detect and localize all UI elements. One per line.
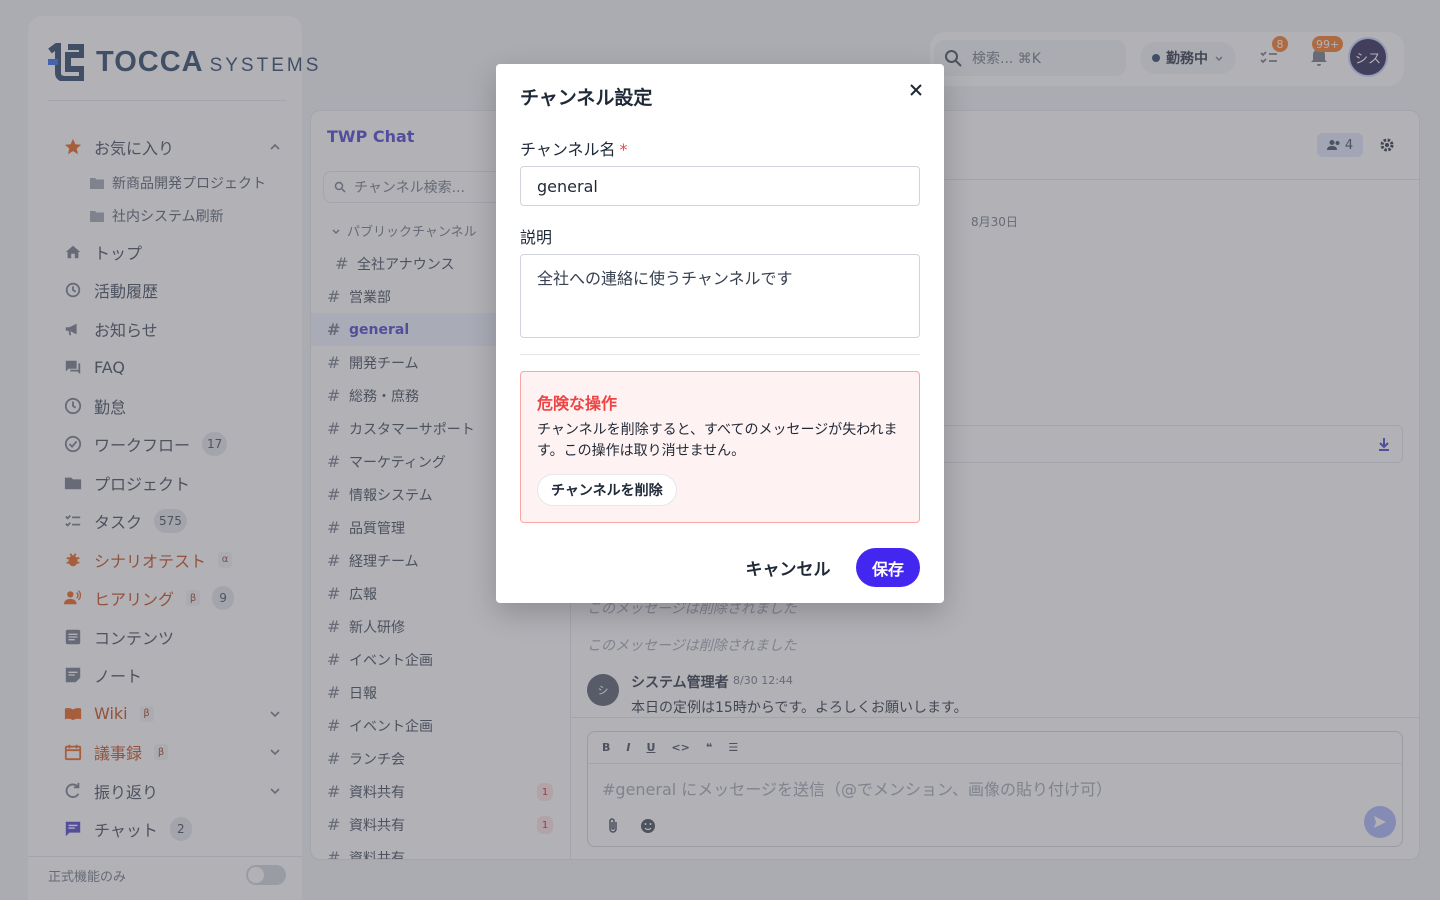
cancel-button[interactable]: キャンセル bbox=[736, 548, 840, 586]
channel-name-input[interactable]: general bbox=[520, 166, 920, 206]
modal-title: チャンネル設定 bbox=[520, 87, 653, 109]
danger-zone: 危険な操作 チャンネルを削除すると、すべてのメッセージが失われます。この操作は取… bbox=[520, 371, 920, 523]
required-mark: * bbox=[619, 140, 628, 159]
description-label: 説明 bbox=[520, 228, 553, 247]
channel-name-label: チャンネル名 * bbox=[520, 136, 628, 160]
danger-description: チャンネルを削除すると、すべてのメッセージが失われます。この操作は取り消せません… bbox=[537, 422, 898, 459]
modal-divider bbox=[520, 354, 920, 355]
danger-title: 危険な操作 bbox=[537, 394, 618, 413]
channel-name-label-text: チャンネル名 bbox=[520, 140, 616, 159]
save-button[interactable]: 保存 bbox=[856, 548, 920, 587]
description-textarea[interactable]: 全社への連絡に使うチャンネルです bbox=[520, 254, 920, 338]
delete-channel-button[interactable]: チャンネルを削除 bbox=[537, 474, 677, 506]
channel-settings-modal: チャンネル設定 チャンネル名 * general 説明 全社への連絡に使うチャンネ… bbox=[496, 64, 944, 603]
close-icon[interactable] bbox=[906, 80, 926, 100]
